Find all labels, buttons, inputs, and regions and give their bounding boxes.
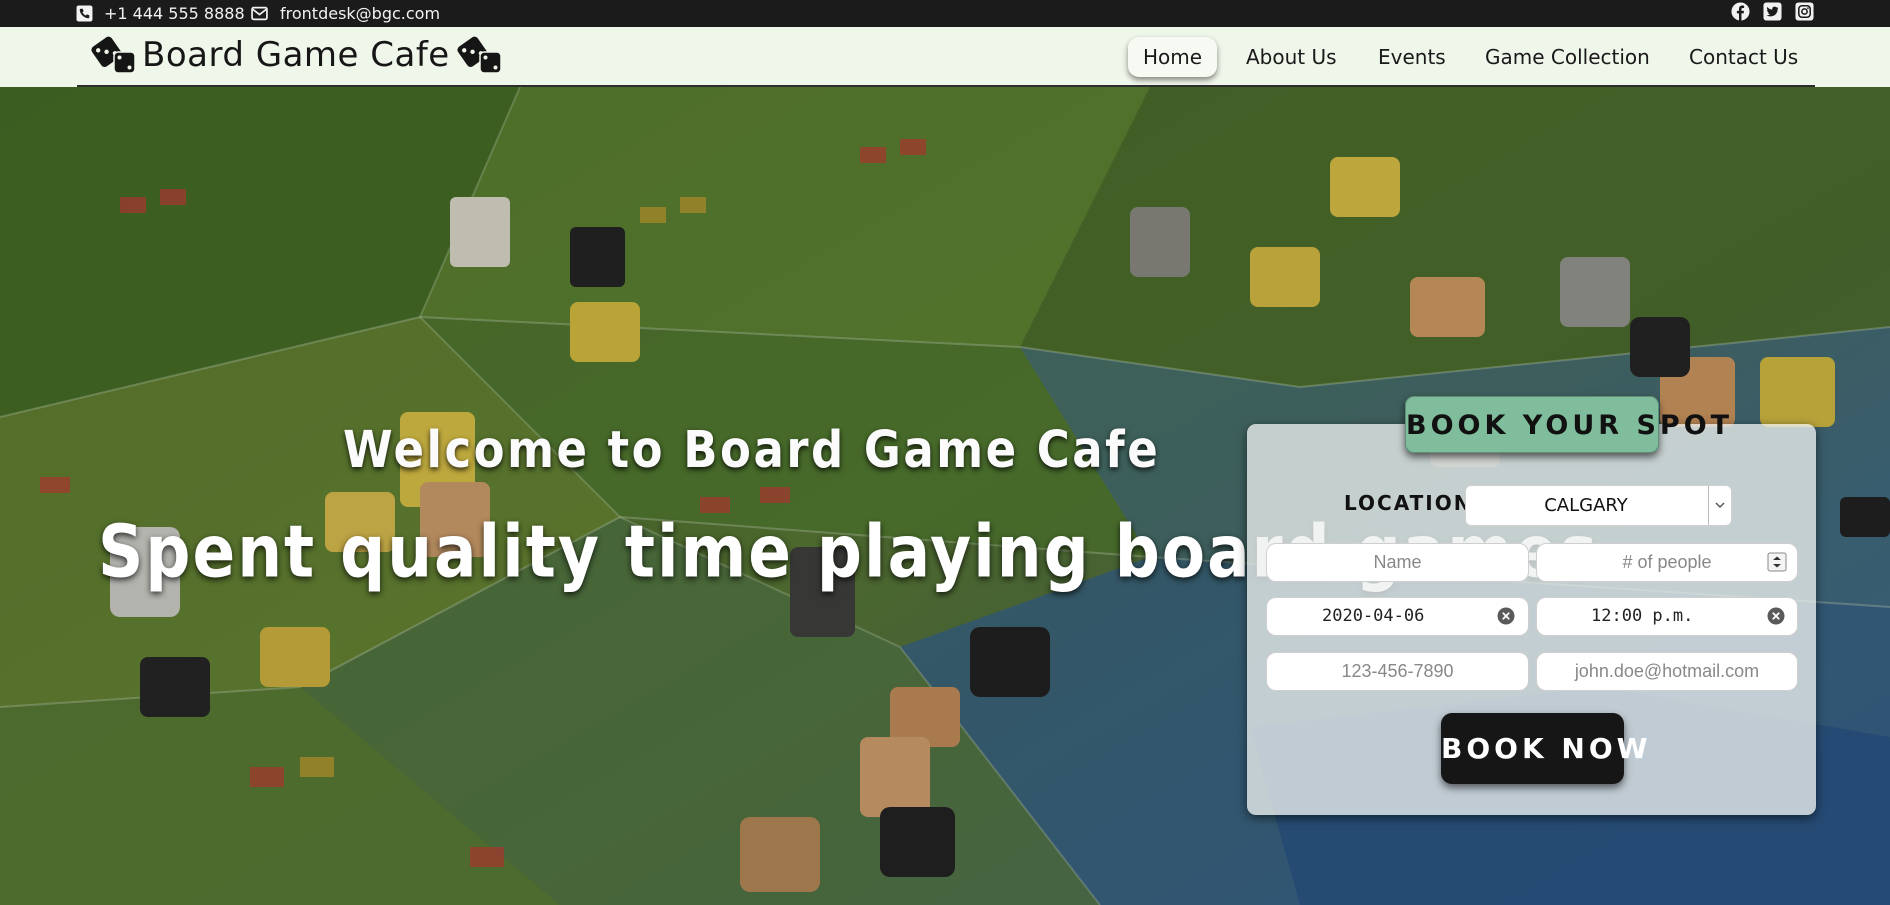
nav-item-game-collection[interactable]: Game Collection	[1485, 37, 1650, 77]
location-selected-value: CALGARY	[1544, 495, 1628, 516]
envelope-icon	[251, 6, 268, 21]
email-contact[interactable]: frontdesk@bgc.com	[250, 0, 440, 27]
time-value: 12:00 p.m.	[1591, 606, 1694, 626]
social-links	[1731, 2, 1814, 21]
phone-number: +1 444 555 8888	[104, 4, 245, 23]
time-input[interactable]: 12:00 p.m.	[1536, 597, 1798, 636]
phone-icon	[76, 5, 93, 22]
location-select[interactable]: CALGARY	[1465, 485, 1732, 526]
email-address: frontdesk@bgc.com	[280, 4, 441, 23]
instagram-icon[interactable]	[1795, 2, 1814, 21]
chevron-down-icon	[1708, 486, 1731, 525]
nav-menu: Home About Us Events Game Collection Con…	[0, 37, 1890, 77]
date-value: 2020-04-06	[1322, 606, 1425, 626]
clear-time-icon[interactable]	[1767, 607, 1785, 625]
phone-contact[interactable]: +1 444 555 8888	[76, 0, 245, 27]
twitter-icon[interactable]	[1763, 2, 1782, 21]
number-spinner-icon[interactable]	[1767, 552, 1787, 572]
people-count-placeholder: # of people	[1622, 552, 1712, 572]
people-count-input[interactable]: # of people	[1536, 543, 1798, 582]
name-input[interactable]: Name	[1266, 543, 1529, 582]
booking-title-badge: BOOK YOUR SPOT	[1405, 396, 1729, 453]
location-label: LOCATION:	[1344, 491, 1483, 515]
phone-input[interactable]: 123-456-7890	[1266, 652, 1529, 691]
top-contact-bar: +1 444 555 8888 frontdesk@bgc.com	[0, 0, 1890, 27]
nav-item-events[interactable]: Events	[1378, 37, 1446, 77]
email-input[interactable]: john.doe@hotmail.com	[1536, 652, 1798, 691]
hero-welcome-heading: Welcome to Board Game Cafe	[343, 420, 1161, 480]
date-input[interactable]: 2020-04-06	[1266, 597, 1529, 636]
nav-item-contact-us[interactable]: Contact Us	[1689, 37, 1798, 77]
book-now-button[interactable]: BOOK NOW	[1441, 713, 1648, 784]
main-navbar: Board Game Cafe Home About Us Events Gam…	[0, 27, 1890, 87]
clear-date-icon[interactable]	[1497, 607, 1515, 625]
facebook-icon[interactable]	[1731, 2, 1750, 21]
nav-item-about-us[interactable]: About Us	[1246, 37, 1337, 77]
nav-item-home[interactable]: Home	[1128, 37, 1218, 77]
